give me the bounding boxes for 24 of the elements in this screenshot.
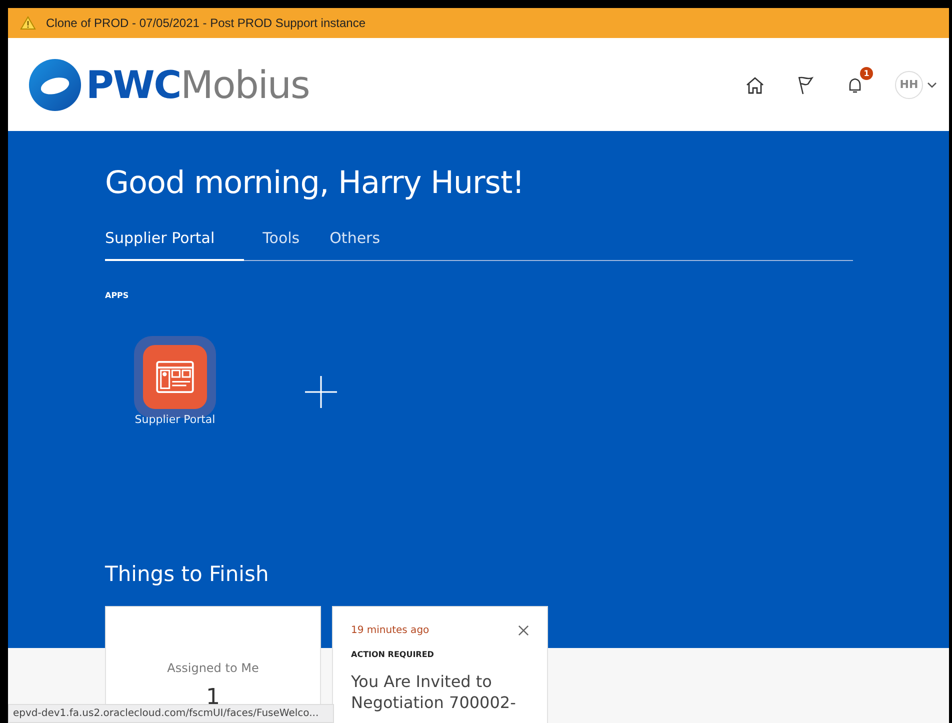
section-heading: APPS: [105, 291, 130, 300]
status-url-tooltip: epvd-dev1.fa.us2.oraclecloud.com/fscmUI/faces/FuseWelco...: [8, 704, 334, 723]
chevron-down-icon[interactable]: [927, 82, 937, 88]
status-label: ACTION REQUIRED: [351, 650, 435, 659]
app-label: Supplier Portal: [134, 413, 216, 426]
close-icon[interactable]: [518, 625, 529, 636]
plus-icon[interactable]: [305, 376, 337, 408]
notification-message: You Are Invited to Negotiation 700002-: [351, 671, 517, 713]
notification-badge: 1: [860, 66, 873, 80]
banner-text: Clone of PROD - 07/05/2021 - Post PROD Support instance: [46, 16, 366, 30]
card-title: Assigned to Me: [167, 661, 259, 675]
greeting-heading: Good morning, Harry Hurst!: [105, 164, 526, 201]
user-avatar[interactable]: HH: [895, 70, 923, 98]
home-icon[interactable]: [745, 76, 765, 94]
logo-text: PWC: [86, 62, 181, 106]
tab[interactable]: Others: [330, 229, 380, 261]
warning-icon: [20, 16, 36, 30]
tab[interactable]: Supplier Portal: [105, 229, 244, 261]
tab[interactable]: Tools: [262, 229, 300, 261]
logo-text: Mobius: [180, 62, 310, 106]
dashboard-icon: [156, 361, 194, 393]
notification-card[interactable]: 19 minutes ago ACTION REQUIRED You Are Invited to Negotiation 700002-: [332, 606, 548, 723]
section-heading: Things to Finish: [105, 562, 270, 586]
time-text: 19 minutes ago: [351, 625, 430, 636]
